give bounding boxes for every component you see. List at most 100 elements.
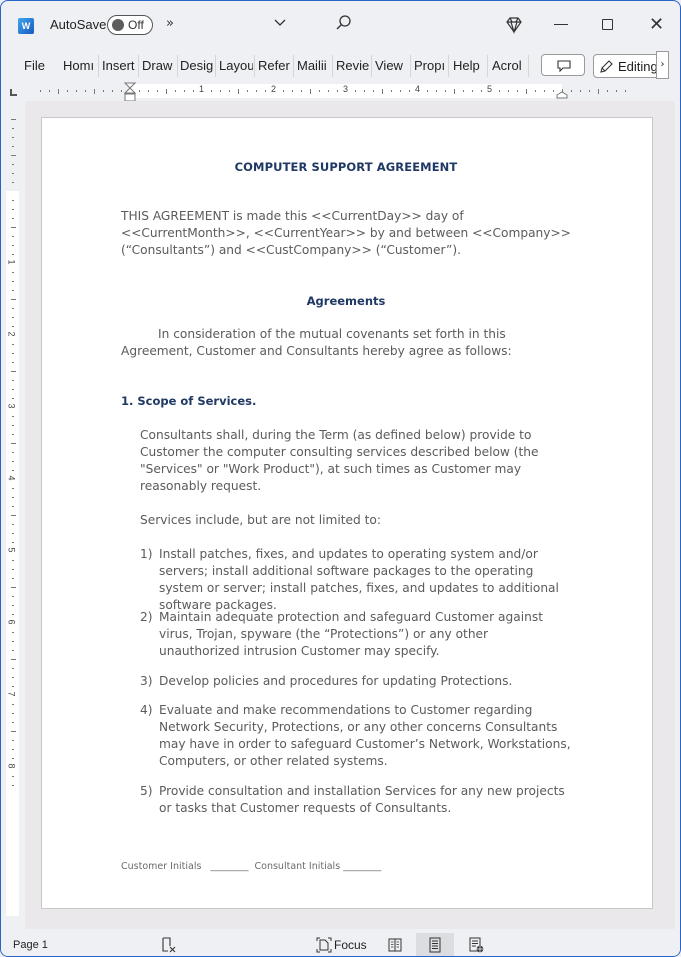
tab-review[interactable]: Revie [336,57,369,75]
ruler-tick [67,90,68,92]
ruler-tick [391,90,392,92]
tab-design[interactable]: Desig [180,57,213,75]
tab-insert[interactable]: Insert [102,57,136,75]
maximize-icon[interactable] [602,19,613,30]
ruler-tick [265,90,266,92]
ruler-tick [12,398,14,399]
ruler-tick [328,90,329,92]
ruler-number: 8 [6,763,17,769]
ruler-tick [184,90,185,92]
ribbon-tabs: File Homı Insert Draw Desig Layou Refer … [1,51,680,81]
ruler-tick [364,90,365,92]
ruler-tick [463,90,464,92]
ruler-tick [10,587,16,588]
tab-help[interactable]: Help [453,57,483,75]
ruler-tick [535,90,536,92]
ruler-tick [589,90,590,92]
premium-diamond-icon[interactable] [504,15,524,35]
ruler-number: 5 [487,84,493,94]
ruler-tick [12,506,14,507]
ruler-number: 4 [415,84,421,94]
ruler-tick [472,90,473,92]
consultant-initials-label: Consultant Initials [254,861,341,872]
intro-paragraph: THIS AGREEMENT is made this <<CurrentDay… [121,209,571,257]
tab-home[interactable]: Homı [63,57,95,75]
consideration-paragraph: In consideration of the mutual covenants… [121,327,512,358]
page-indicator[interactable]: Page 1 [13,939,48,951]
web-layout-icon[interactable] [468,937,484,953]
ruler-tick [12,785,14,786]
more-commands-button[interactable]: » [166,16,174,31]
ruler-tick [12,749,14,750]
customer-initials-label: Customer Initials [121,861,202,872]
ruler-tick [12,632,14,633]
ruler-tick [238,88,239,94]
right-indent-marker[interactable] [556,91,568,99]
close-icon[interactable]: ✕ [649,15,664,35]
ruler-tick [607,90,608,92]
ruler-tick [85,90,86,92]
ruler-tick [12,722,14,723]
ruler-tick [12,164,14,165]
autosave-state: Off [128,18,144,32]
list-number: 4) [140,703,153,717]
ruler-number: 6 [6,619,17,625]
left-indent-marker[interactable] [124,82,136,102]
ruler-tick [12,452,14,453]
focus-icon[interactable] [316,937,332,953]
ruler-tick [12,776,14,777]
tab-acrobat[interactable]: Acrol [492,57,525,75]
ruler-number: 3 [6,403,17,409]
read-mode-icon[interactable] [387,937,403,953]
ruler-tick [12,389,14,390]
ruler-tick [220,90,221,92]
proofing-icon[interactable] [161,937,177,953]
ruler-tick [454,88,455,94]
editing-mode-button[interactable]: Editing [593,54,663,78]
tab-selector-icon[interactable] [10,89,17,96]
tab-separator [487,55,488,77]
print-layout-icon[interactable] [427,937,443,953]
ruler-number: 1 [199,84,205,94]
comment-icon [557,60,571,73]
tab-references[interactable]: Refer [258,57,292,75]
ruler-tick [12,560,14,561]
chevron-down-icon[interactable] [273,15,287,33]
ribbon-scroll-right-button[interactable]: › [656,51,669,79]
ruler-tick [310,88,311,94]
ruler-tick [10,155,16,156]
ruler-tick [10,443,16,444]
ruler-tick [12,533,14,534]
tab-separator [177,55,178,77]
list-text: Develop policies and procedures for upda… [159,674,513,688]
ruler-tick [319,90,320,92]
autosave-toggle[interactable]: Off [107,15,153,35]
tab-mailings[interactable]: Mailii [297,57,330,75]
ruler-tick [12,758,14,759]
document-page[interactable]: COMPUTER SUPPORT AGREEMENT THIS AGREEMEN… [41,117,653,909]
tab-file[interactable]: File [24,57,50,75]
ruler-tick [12,173,14,174]
search-icon[interactable] [335,14,353,32]
ruler-tick [508,90,509,92]
minimize-icon[interactable] [554,24,568,26]
autosave-label: AutoSave [50,17,107,32]
vertical-ruler[interactable]: 1 2 3 4 5 6 7 8 [6,109,20,916]
tab-properties[interactable]: Propı [414,57,446,75]
initials-footer: Customer Initials ________ Consultant In… [121,858,381,875]
pencil-icon [600,60,613,73]
ruler-tick [283,90,284,92]
ruler-tick [12,308,14,309]
ruler-tick [211,90,212,92]
tab-layout[interactable]: Layou [219,57,253,75]
focus-button[interactable]: Focus [334,938,367,952]
list-number: 1) [140,547,153,561]
ruler-tick [12,254,14,255]
ruler-tick [229,90,230,92]
tab-view[interactable]: View [375,57,405,75]
tab-draw[interactable]: Draw [142,57,175,75]
ruler-number: 3 [343,84,349,94]
ruler-tick [12,668,14,669]
comments-button[interactable] [541,54,585,76]
ruler-tick [12,200,14,201]
